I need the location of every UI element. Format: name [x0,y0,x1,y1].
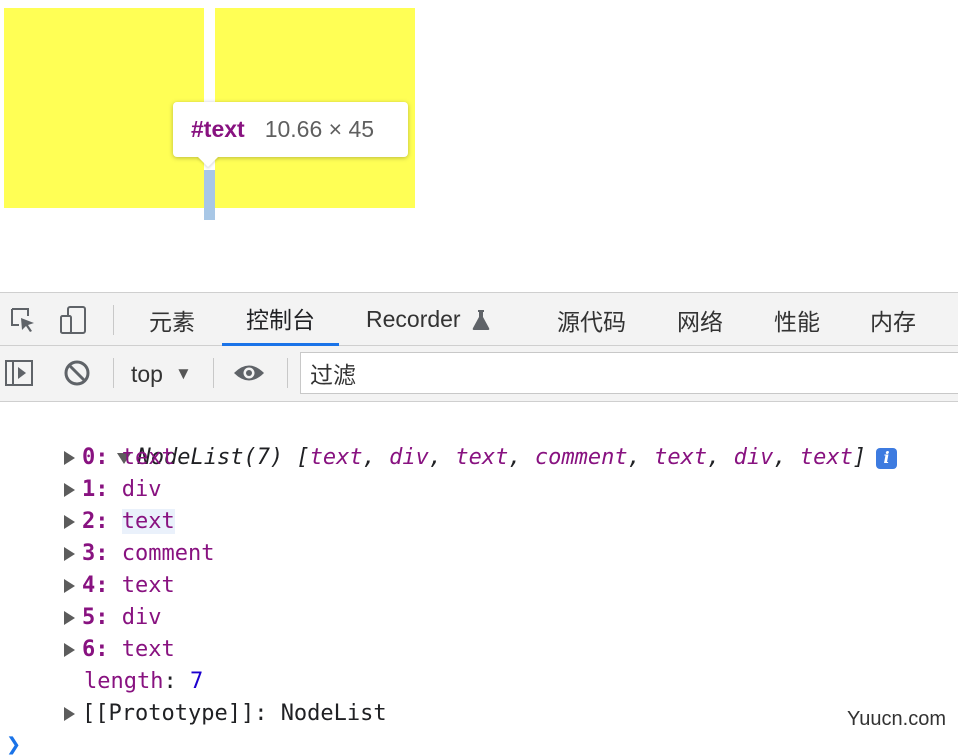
caret-down-icon: ▼ [174,364,192,383]
tab-console[interactable]: 控制台 [222,293,339,346]
expand-triangle-icon[interactable] [64,579,75,593]
tab-label: 源代码 [557,308,626,335]
tab-elements[interactable]: 元素 [149,293,195,346]
console-toolbar: top ▼ 过滤 [0,346,958,402]
expand-triangle-icon[interactable] [64,515,75,529]
summary-item: div [733,445,774,470]
context-value: top [131,360,163,387]
expand-triangle-icon[interactable] [64,643,75,657]
clear-console-icon[interactable] [60,356,94,390]
tooltip-node-size: 10.66 × 45 [264,116,375,142]
entry-index: 4 [82,573,96,598]
entry-index: 1 [82,477,96,502]
tab-label: 控制台 [246,307,315,333]
entry-value: div [121,477,162,502]
tab-label: Recorder [366,306,461,332]
show-sidebar-icon[interactable] [2,356,36,390]
tab-label: 网络 [677,308,723,335]
list-item[interactable]: 3: comment [64,538,214,570]
devtools-tab-bar: 元素 控制台 Recorder 源代码 网络 性能 内存 [0,292,958,346]
summary-item: text [654,445,708,470]
text-node-highlight [204,170,215,220]
list-item[interactable]: 4: text [64,570,175,602]
summary-item: div [389,445,429,470]
prototype-key: [[Prototype]] [82,701,255,726]
tab-label: 元素 [149,308,195,335]
flask-icon [471,309,491,331]
list-item[interactable]: 2: text [64,506,175,538]
live-expression-eye-icon[interactable] [232,356,266,390]
tab-label: 内存 [870,308,916,335]
toolbar-divider [113,305,114,335]
entry-value: div [121,605,162,630]
list-item[interactable]: 5: div [64,602,162,634]
console-output: NodeList(7) [text, div, text, comment, t… [0,402,958,755]
summary-item: text [455,445,509,470]
length-key: length [84,669,164,694]
tooltip-node-name: #text [191,116,245,142]
inspect-element-icon[interactable] [6,303,40,337]
expand-triangle-icon[interactable] [64,451,75,465]
summary-item: text [309,445,363,470]
tab-sources[interactable]: 源代码 [557,293,626,346]
filter-input[interactable]: 过滤 [300,352,958,394]
context-selector[interactable]: top ▼ [131,358,192,390]
entry-index: 0 [82,445,96,470]
tab-performance[interactable]: 性能 [774,293,820,346]
entry-value: text [121,509,175,534]
device-toolbar-icon[interactable] [56,303,90,337]
toolbar-divider [213,358,214,388]
entry-value: comment [121,541,215,566]
entry-index: 5 [82,605,96,630]
toolbar-divider [287,358,288,388]
toolbar-divider [113,358,114,388]
expand-triangle-icon[interactable] [64,611,75,625]
summary-item: text [799,445,853,470]
expand-triangle-icon[interactable] [64,707,75,721]
list-item[interactable]: 6: text [64,634,175,666]
tab-network[interactable]: 网络 [677,293,723,346]
prototype-row[interactable]: [[Prototype]]: NodeList [64,698,387,730]
entry-value: text [121,573,175,598]
expand-triangle-icon[interactable] [64,547,75,561]
length-value: 7 [189,669,204,694]
tab-label: 性能 [774,308,820,335]
inspect-tooltip: #text 10.66 × 45 [173,102,408,167]
list-item[interactable]: 0: text [64,442,175,474]
entry-value: text [121,445,175,470]
filter-placeholder: 过滤 [310,362,356,388]
prototype-value: NodeList [280,701,387,726]
nodelist-summary[interactable]: NodeList(7) [text, div, text, comment, t… [38,410,898,470]
entry-index: 3 [82,541,96,566]
watermark: Yuucn.com [847,708,946,730]
info-icon[interactable]: i [876,447,898,469]
expand-triangle-icon[interactable] [64,483,75,497]
entry-index: 2 [82,509,96,534]
tab-memory[interactable]: 内存 [870,293,916,346]
summary-item: comment [534,445,628,470]
tooltip-arrow [197,156,219,167]
list-item[interactable]: 1: div [64,474,162,506]
tab-recorder[interactable]: Recorder [366,293,491,346]
devtools-panel: 元素 控制台 Recorder 源代码 网络 性能 内存 top ▼ 过滤 No… [0,292,958,755]
length-row: length: 7 [84,669,204,694]
entry-value: text [121,637,175,662]
entry-index: 6 [82,637,96,662]
